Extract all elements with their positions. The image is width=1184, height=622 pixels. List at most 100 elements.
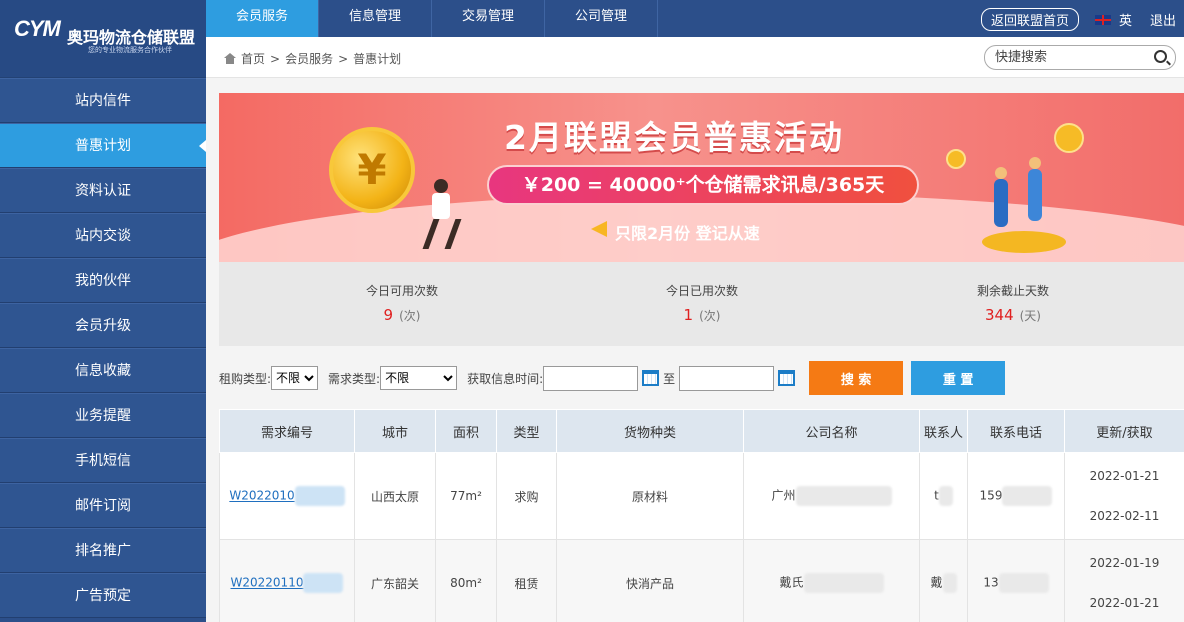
table-row: W20220110 广东韶关 80m² 租赁 快消产品 戴氏 戴 13 2022… [219, 539, 1184, 622]
stat-label: 今日可用次数 [365, 284, 438, 298]
masked-text [998, 573, 1049, 593]
breadcrumb-home[interactable]: 首页 [241, 50, 265, 67]
demand-id-link[interactable]: W2022010 [229, 489, 294, 503]
table-header-row: 需求编号 城市 面积 类型 货物种类 公司名称 联系人 联系电话 更新/获取 [219, 409, 1184, 453]
quick-search-input[interactable]: 快捷搜索 [984, 45, 1176, 70]
filter-bar: 租购类型: 不限 需求类型: 不限 获取信息时间: 至 搜 索 重 置 [219, 360, 1184, 396]
col-header-phone: 联系电话 [967, 409, 1065, 453]
promo-banner[interactable]: ¥ 2月联盟会员普惠活动 ￥200 = 40000⁺个仓储需求讯息/365天 只… [219, 93, 1184, 262]
masked-text [303, 573, 344, 593]
yuan-coin-icon: ¥ [329, 127, 415, 213]
demand-table: 需求编号 城市 面积 类型 货物种类 公司名称 联系人 联系电话 更新/获取 W… [219, 409, 1184, 622]
sidebar-item-verification[interactable]: 资料认证 [0, 168, 206, 213]
demand-id-link[interactable]: W20220110 [231, 576, 304, 590]
logo-tagline: 您的专业物流服务合作伙伴 [88, 46, 172, 54]
sidebar-item-ads[interactable]: 广告预定 [0, 573, 206, 618]
col-header-id: 需求编号 [219, 409, 355, 453]
sidebar-item-reminders[interactable]: 业务提醒 [0, 393, 206, 438]
main-content: ¥ 2月联盟会员普惠活动 ￥200 = 40000⁺个仓储需求讯息/365天 只… [206, 78, 1184, 622]
sidebar-item-upgrade[interactable]: 会员升级 [0, 303, 206, 348]
coin-icon [946, 149, 966, 169]
end-date-input[interactable] [679, 365, 775, 391]
search-button[interactable]: 搜 索 [809, 361, 904, 395]
col-header-type: 类型 [496, 409, 557, 453]
breadcrumb-separator: > [270, 51, 281, 66]
banner-title: 2月联盟会员普惠活动 [504, 118, 844, 157]
tab-member-services[interactable]: 会员服务 [206, 0, 319, 37]
need-type-label: 需求类型: [328, 371, 381, 386]
runner-figure-icon [422, 179, 464, 251]
rent-type-label: 租购类型: [219, 371, 272, 386]
usage-stats: 今日可用次数 9 (次) 今日已用次数 1 (次) 剩余截止天数 344 (天) [219, 262, 1184, 346]
stat-unit: (次) [399, 309, 421, 323]
logo[interactable]: CYM 奥玛物流仓储联盟 您的专业物流服务合作伙伴 [0, 0, 206, 78]
col-header-goods: 货物种类 [556, 409, 744, 453]
coin-icon [1054, 123, 1084, 153]
tab-info-management[interactable]: 信息管理 [319, 0, 432, 37]
masked-text [1002, 486, 1053, 506]
search-placeholder: 快捷搜索 [995, 50, 1048, 65]
time-label: 获取信息时间: [467, 371, 544, 386]
col-header-area: 面积 [435, 409, 497, 453]
reset-button[interactable]: 重 置 [911, 361, 1006, 395]
tab-company-management[interactable]: 公司管理 [545, 0, 658, 37]
coin-pile-icon [982, 231, 1066, 253]
sidebar-item-ranking[interactable]: 排名推广 [0, 528, 206, 573]
masked-text [803, 573, 884, 593]
stat-days-remaining: 剩余截止天数 344 (天) [913, 282, 1113, 324]
sidebar-item-messages[interactable]: 站内信件 [0, 78, 206, 123]
breadcrumb-member-services[interactable]: 会员服务 [285, 50, 333, 67]
search-icon[interactable] [1154, 50, 1167, 63]
breadcrumb-separator: > [338, 51, 349, 66]
banner-subtitle: 只限2月份 登记从速 [589, 220, 760, 244]
cell-type: 租赁 [496, 539, 557, 622]
cell-city: 山西太原 [354, 452, 436, 540]
cell-goods: 快消产品 [556, 539, 744, 622]
logo-mark: CYM [14, 16, 61, 41]
cell-type: 求购 [496, 452, 557, 540]
banner-subtitle-text: 只限2月份 登记从速 [615, 224, 760, 243]
cell-contact: 戴 [930, 575, 943, 590]
cell-phone: 13 [983, 575, 999, 590]
cell-area: 80m² [435, 539, 497, 622]
stat-unit: (次) [699, 309, 721, 323]
cell-fetched-date: 2022-02-11 [1089, 509, 1160, 523]
cell-goods: 原材料 [556, 452, 744, 540]
cell-company: 戴氏 [779, 575, 804, 590]
sidebar-item-partners[interactable]: 我的伙伴 [0, 258, 206, 303]
sidebar: CYM 奥玛物流仓储联盟 您的专业物流服务合作伙伴 站内信件 普惠计划 资料认证… [0, 0, 206, 622]
calendar-icon[interactable] [642, 370, 660, 386]
banner-promo: ￥200 = 40000⁺个仓储需求讯息/365天 [487, 165, 919, 205]
return-home-button[interactable]: 返回联盟首页 [980, 8, 1079, 31]
logout-link[interactable]: 退出 [1150, 10, 1176, 29]
col-header-updated: 更新/获取 [1064, 409, 1184, 453]
cell-city: 广东韶关 [354, 539, 436, 622]
cell-area: 77m² [435, 452, 497, 540]
need-type-select[interactable]: 不限 [380, 366, 458, 390]
calendar-icon[interactable] [778, 370, 796, 386]
sidebar-item-email-subscribe[interactable]: 邮件订阅 [0, 483, 206, 528]
cell-fetched-date: 2022-01-21 [1089, 596, 1160, 610]
stat-value: 9 [383, 306, 394, 324]
col-header-contact: 联系人 [919, 409, 968, 453]
cell-updated-date: 2022-01-19 [1089, 556, 1160, 570]
col-header-company: 公司名称 [743, 409, 920, 453]
sidebar-item-chat[interactable]: 站内交谈 [0, 213, 206, 258]
stat-available-today: 今日可用次数 9 (次) [302, 282, 502, 324]
start-date-input[interactable] [543, 365, 639, 391]
col-header-city: 城市 [354, 409, 436, 453]
breadcrumb-bar: 首页 > 会员服务 > 普惠计划 快捷搜索 [206, 37, 1184, 78]
stat-value: 1 [683, 306, 694, 324]
uk-flag-icon[interactable] [1094, 14, 1111, 25]
sidebar-item-benefit-plan[interactable]: 普惠计划 [0, 123, 206, 168]
sidebar-item-favorites[interactable]: 信息收藏 [0, 348, 206, 393]
stat-label: 剩余截止天数 [976, 284, 1049, 298]
rent-type-select[interactable]: 不限 [271, 366, 319, 390]
stat-used-today: 今日已用次数 1 (次) [602, 282, 802, 324]
sidebar-item-sms[interactable]: 手机短信 [0, 438, 206, 483]
tab-trade-management[interactable]: 交易管理 [432, 0, 545, 37]
language-switch[interactable]: 英 [1119, 10, 1132, 29]
cell-phone: 159 [979, 488, 1003, 503]
breadcrumb-current: 普惠计划 [353, 52, 402, 66]
stat-unit: (天) [1019, 309, 1041, 323]
